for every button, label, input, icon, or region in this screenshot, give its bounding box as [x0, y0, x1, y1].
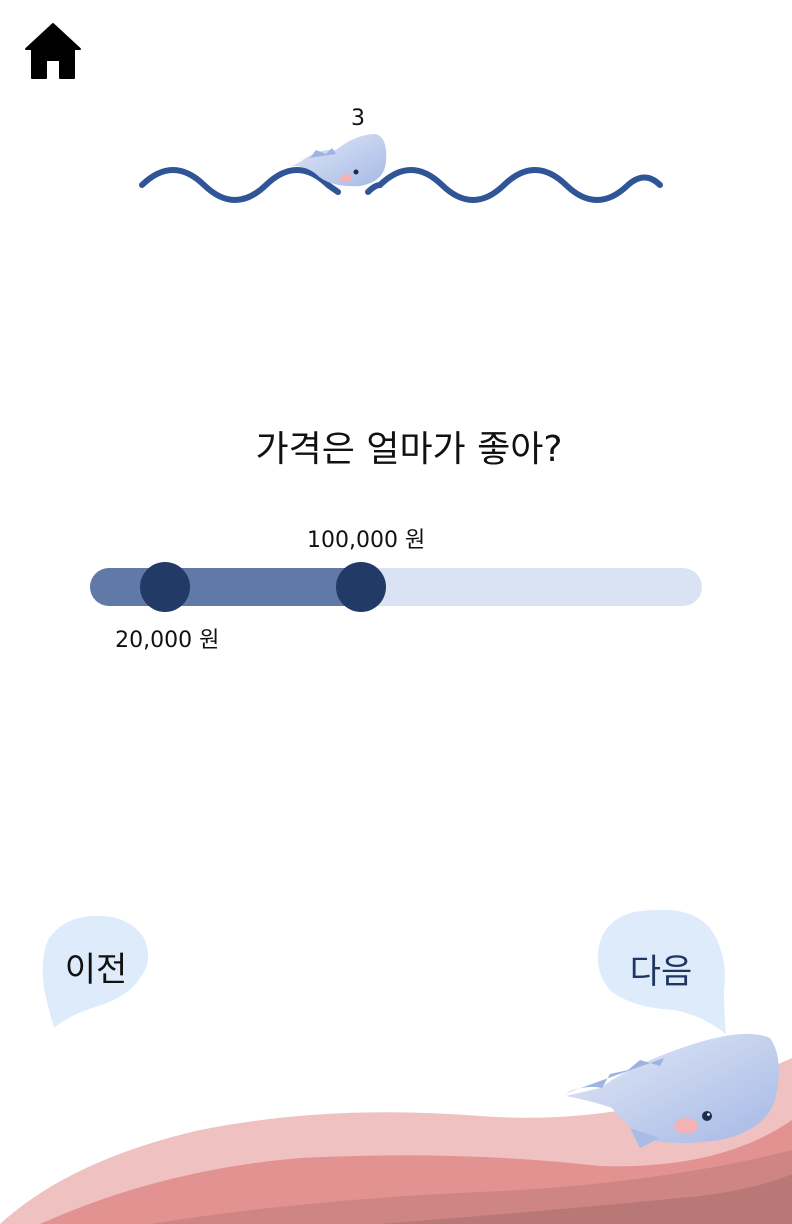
wave-track	[139, 134, 663, 203]
bottom-wave-decoration	[0, 1033, 792, 1224]
slider-min-value: 20,000 원	[115, 628, 220, 653]
home-icon	[25, 23, 81, 79]
whale-progress-icon	[292, 134, 387, 187]
slider-max-thumb[interactable]	[336, 562, 387, 612]
slider-max-value: 100,000 원	[307, 528, 426, 553]
progress-indicator: 3	[0, 100, 792, 220]
price-range-slider[interactable]	[90, 562, 702, 612]
question-text: 가격은 얼마가 좋아?	[255, 429, 563, 470]
slider-min-thumb[interactable]	[140, 562, 191, 612]
home-button[interactable]	[24, 22, 82, 80]
slider-selected-range	[90, 568, 362, 606]
next-label: 다음	[629, 952, 693, 992]
prev-label: 이전	[64, 950, 128, 990]
